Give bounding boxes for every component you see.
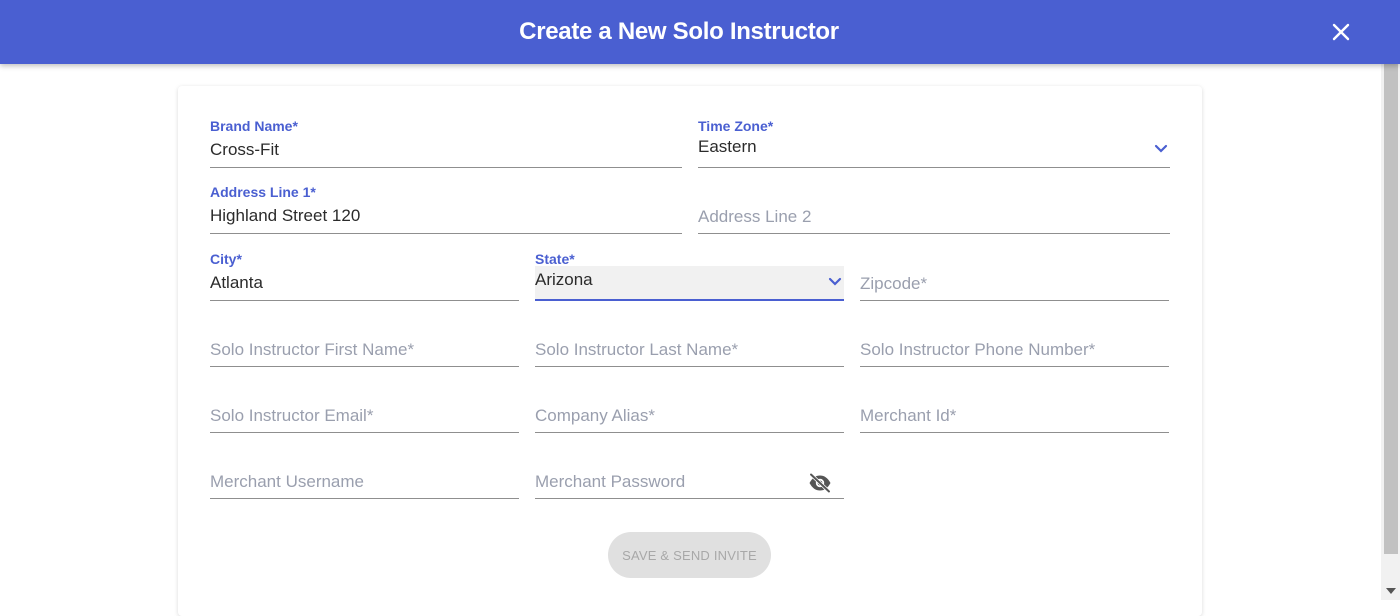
address-line-2-placeholder: Address Line 2 (698, 207, 812, 226)
brand-name-value: Cross-Fit (210, 140, 279, 159)
save-send-invite-button[interactable]: SAVE & SEND INVITE (608, 532, 771, 578)
state-select[interactable]: State* Arizona (535, 251, 844, 301)
zipcode-placeholder: Zipcode* (860, 274, 928, 293)
merchant-username-placeholder: Merchant Username (210, 472, 365, 491)
city-field[interactable]: City* Atlanta (210, 251, 519, 301)
email-field[interactable]: Solo Instructor Email* (210, 383, 519, 433)
state-label: State* (535, 251, 575, 267)
city-value: Atlanta (210, 273, 263, 292)
last-name-field[interactable]: Solo Instructor Last Name* (535, 317, 844, 367)
email-placeholder: Solo Instructor Email* (210, 406, 374, 425)
first-name-placeholder: Solo Instructor First Name* (210, 340, 415, 359)
zipcode-field[interactable]: Zipcode* (860, 251, 1169, 301)
brand-name-label: Brand Name* (210, 118, 298, 134)
merchant-password-placeholder: Merchant Password (535, 472, 686, 491)
phone-placeholder: Solo Instructor Phone Number* (860, 340, 1096, 359)
time-zone-select[interactable]: Time Zone* Eastern (698, 118, 1170, 168)
company-alias-field[interactable]: Company Alias* (535, 383, 844, 433)
first-name-field[interactable]: Solo Instructor First Name* (210, 317, 519, 367)
eye-off-icon[interactable] (808, 473, 832, 493)
close-icon[interactable] (1330, 21, 1352, 43)
scroll-down-arrow-icon[interactable] (1386, 588, 1396, 594)
time-zone-value: Eastern (698, 137, 757, 156)
time-zone-label: Time Zone* (698, 118, 774, 134)
merchant-username-field[interactable]: Merchant Username (210, 449, 519, 499)
brand-name-field[interactable]: Brand Name* Cross-Fit (210, 118, 682, 168)
address-line-1-label: Address Line 1* (210, 184, 316, 200)
address-line-2-field[interactable]: Address Line 2 (698, 184, 1170, 234)
address-line-1-field[interactable]: Address Line 1* Highland Street 120 (210, 184, 682, 234)
state-value: Arizona (535, 270, 593, 289)
city-label: City* (210, 251, 242, 267)
last-name-placeholder: Solo Instructor Last Name* (535, 340, 739, 359)
merchant-id-placeholder: Merchant Id* (860, 406, 957, 425)
modal-header: Create a New Solo Instructor (0, 0, 1400, 64)
company-alias-placeholder: Company Alias* (535, 406, 656, 425)
chevron-down-icon (1154, 144, 1168, 153)
merchant-password-field[interactable]: Merchant Password (535, 449, 844, 499)
phone-field[interactable]: Solo Instructor Phone Number* (860, 317, 1169, 367)
scrollbar-thumb[interactable] (1384, 64, 1398, 554)
merchant-id-field[interactable]: Merchant Id* (860, 383, 1169, 433)
page-title: Create a New Solo Instructor (519, 18, 839, 45)
address-line-1-value: Highland Street 120 (210, 206, 361, 225)
form-card: Brand Name* Cross-Fit Time Zone* Eastern… (178, 86, 1202, 616)
scrollbar[interactable] (1381, 64, 1400, 600)
chevron-down-icon (828, 277, 842, 286)
